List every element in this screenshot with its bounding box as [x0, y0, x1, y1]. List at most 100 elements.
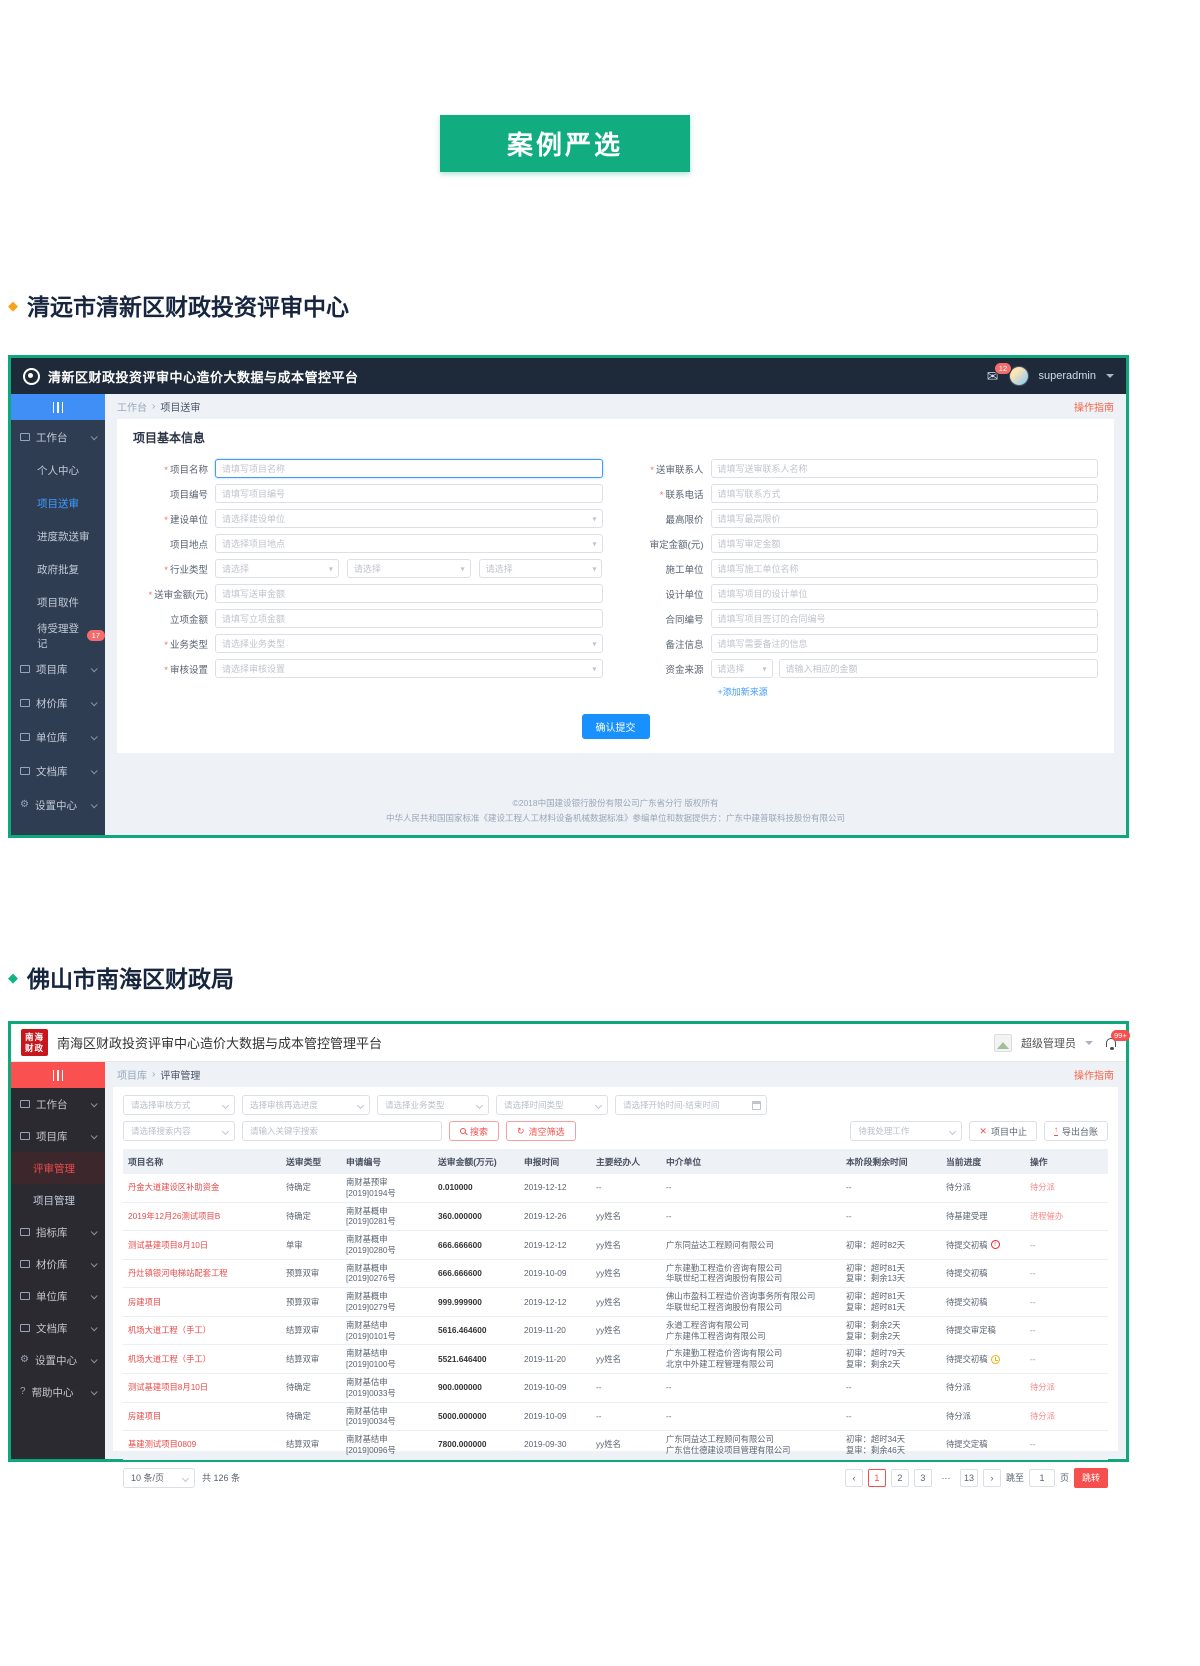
- sidebar-item-personal-center[interactable]: 个人中心: [11, 454, 105, 487]
- export-ledger-button[interactable]: ↑ 导出台账: [1043, 1121, 1108, 1141]
- sidebar-item-settings-center[interactable]: ⚙ 设置中心: [11, 1344, 105, 1376]
- cell-operation-link[interactable]: 进程催办: [1025, 1208, 1108, 1225]
- cell-project-name[interactable]: 房建项目: [123, 1408, 281, 1425]
- next-page-button[interactable]: ›: [982, 1468, 1001, 1487]
- review-progress-select[interactable]: 选择审核再选进度: [242, 1095, 370, 1115]
- sidebar-item-help-center[interactable]: ? 帮助中心: [11, 1376, 105, 1408]
- review-setting-select[interactable]: 请选择审核设置: [215, 659, 603, 678]
- project-no-input[interactable]: [215, 484, 603, 503]
- sidebar-item-project-submit[interactable]: 项目送审: [11, 487, 105, 520]
- industry-type-select-1[interactable]: 请选择: [215, 559, 339, 578]
- sidebar-item-material-price-library[interactable]: 材价库: [11, 686, 105, 720]
- sidebar-item-progress-payment[interactable]: 进度款送审: [11, 520, 105, 553]
- page-button-1[interactable]: 1: [867, 1468, 886, 1487]
- sidebar-item-workbench[interactable]: 工作台: [11, 1088, 105, 1120]
- cell-project-name[interactable]: 丹金大道建设区补助资金: [123, 1179, 281, 1196]
- sidebar-item-document-library[interactable]: 文档库: [11, 754, 105, 788]
- contact-phone-input[interactable]: [710, 484, 1098, 503]
- review-method-select[interactable]: 请选择审核方式: [123, 1095, 235, 1115]
- page-button-3[interactable]: 3: [913, 1468, 932, 1487]
- cell-project-name[interactable]: 测试基建项目8月10日: [123, 1237, 281, 1254]
- business-type-select[interactable]: 请选择业务类型: [215, 634, 603, 653]
- sidebar-collapse-button[interactable]: [11, 394, 105, 420]
- industry-type-select-2[interactable]: 请选择: [346, 559, 471, 578]
- project-name-input[interactable]: [215, 459, 603, 478]
- sidebar-item-unit-library[interactable]: 单位库: [11, 720, 105, 754]
- material-price-icon: [20, 699, 30, 707]
- remark-input[interactable]: [710, 634, 1098, 653]
- table-header-row: 项目名称 送审类型 申请编号 送审金额(万元) 申报时间 主要经办人 中介单位 …: [123, 1149, 1108, 1174]
- construction-company-input[interactable]: [710, 559, 1098, 578]
- username[interactable]: 超级管理员: [1021, 1035, 1076, 1051]
- sidebar-item-indicator-library[interactable]: 指标库: [11, 1216, 105, 1248]
- project-location-select[interactable]: 请选择项目地点: [215, 534, 603, 553]
- cell-project-name[interactable]: 测试基建项目8月10日: [123, 1379, 281, 1396]
- diamond-bullet-icon: ◆: [8, 969, 18, 985]
- fund-amount-input[interactable]: [778, 659, 1098, 678]
- mail-icon[interactable]: ✉ 12: [987, 362, 1013, 383]
- sidebar-item-document-library[interactable]: 文档库: [11, 1312, 105, 1344]
- breadcrumb-parent[interactable]: 工作台: [117, 399, 147, 414]
- search-button[interactable]: 搜索: [449, 1121, 500, 1141]
- cell-operation-link[interactable]: 待分派: [1025, 1408, 1108, 1425]
- sidebar-item-material-price-library[interactable]: 材价库: [11, 1248, 105, 1280]
- page-button-13[interactable]: 13: [959, 1468, 978, 1487]
- fund-source-select[interactable]: 请选择: [710, 659, 773, 678]
- date-range-picker[interactable]: 请选择开始时间-结束时间: [615, 1095, 767, 1115]
- cell-project-name[interactable]: 机场大道工程（手工）: [123, 1322, 281, 1339]
- operation-guide-link[interactable]: 操作指南: [1074, 399, 1114, 414]
- cell-review-type: 待确定: [286, 1410, 311, 1421]
- sidebar-item-gov-approval[interactable]: 政府批复: [11, 553, 105, 586]
- industry-type-select-3[interactable]: 请选择: [478, 559, 603, 578]
- sidebar-item-settings-center[interactable]: ⚙ 设置中心: [11, 788, 105, 822]
- confirm-submit-button[interactable]: 确认提交: [581, 714, 650, 739]
- cell-project-name[interactable]: 丹灶镇银河电梯站配套工程: [123, 1265, 281, 1282]
- review-amount-input[interactable]: [215, 584, 603, 603]
- jump-button[interactable]: 跳转: [1073, 1467, 1108, 1488]
- contact-person-input[interactable]: [710, 459, 1098, 478]
- username[interactable]: superadmin: [1039, 370, 1096, 382]
- todo-work-select[interactable]: 待我处理工作: [850, 1121, 963, 1141]
- sidebar-collapse-button[interactable]: [11, 1062, 105, 1088]
- jump-page-input[interactable]: [1028, 1468, 1055, 1487]
- cell-project-name[interactable]: 机场大道工程（手工）: [123, 1351, 281, 1368]
- clear-filter-button[interactable]: ↻ 清空筛选: [506, 1121, 576, 1141]
- page-button-2[interactable]: 2: [890, 1468, 909, 1487]
- project-stop-button[interactable]: ✕ 项目中止: [969, 1121, 1037, 1141]
- sidebar-item-pending-register[interactable]: 待受理登记 17: [11, 619, 105, 652]
- page-size-select[interactable]: 10 条/页: [123, 1467, 195, 1488]
- breadcrumb-parent[interactable]: 项目库: [117, 1067, 147, 1082]
- sidebar-item-workbench[interactable]: 工作台: [11, 420, 105, 454]
- time-type-select[interactable]: 请选择时间类型: [496, 1095, 608, 1115]
- operation-guide-link[interactable]: 操作指南: [1074, 1067, 1114, 1082]
- construction-unit-select[interactable]: 请选择建设单位: [215, 509, 603, 528]
- sidebar-item-project-library[interactable]: 项目库: [11, 1120, 105, 1152]
- avatar[interactable]: [994, 1033, 1012, 1052]
- chevron-down-icon[interactable]: [1085, 1040, 1093, 1045]
- notification-bell-icon[interactable]: 99+: [1106, 1030, 1130, 1047]
- design-company-input[interactable]: [710, 584, 1098, 603]
- app1-body: 工作台 个人中心 项目送审 进度款送审 政府批复 项目取件 待受理登记 17 项目…: [11, 394, 1126, 835]
- sidebar-item-unit-library[interactable]: 单位库: [11, 1280, 105, 1312]
- sidebar-item-project-pickup[interactable]: 项目取件: [11, 586, 105, 619]
- cell-operation-link[interactable]: 待分派: [1025, 1379, 1108, 1396]
- final-amount-input[interactable]: [710, 534, 1098, 553]
- keyword-search-input[interactable]: [242, 1121, 442, 1141]
- chevron-down-icon[interactable]: [1106, 374, 1114, 378]
- prev-page-button[interactable]: ‹: [844, 1468, 863, 1487]
- max-price-input[interactable]: [710, 509, 1098, 528]
- contract-no-input[interactable]: [710, 609, 1098, 628]
- field-label: 立项金额: [169, 614, 208, 626]
- cell-project-name[interactable]: 基建测试项目0809: [123, 1436, 281, 1453]
- cell-project-name[interactable]: 房建项目: [123, 1294, 281, 1311]
- sidebar-item-project-management[interactable]: 项目管理: [11, 1184, 105, 1216]
- search-field-select[interactable]: 请选择搜索内容: [123, 1121, 235, 1141]
- cell-project-name[interactable]: 2019年12月26测试项目B: [123, 1208, 281, 1225]
- cell-date: 2019-12-12: [524, 1239, 567, 1250]
- approval-amount-input[interactable]: [215, 609, 603, 628]
- business-type-select[interactable]: 请选择业务类型: [377, 1095, 489, 1115]
- sidebar-item-review-management[interactable]: 评审管理: [11, 1152, 105, 1184]
- add-fund-source-link[interactable]: +添加新来源: [718, 685, 1099, 698]
- sidebar-item-project-library[interactable]: 项目库: [11, 652, 105, 686]
- cell-operation-link[interactable]: 待分派: [1025, 1179, 1108, 1196]
